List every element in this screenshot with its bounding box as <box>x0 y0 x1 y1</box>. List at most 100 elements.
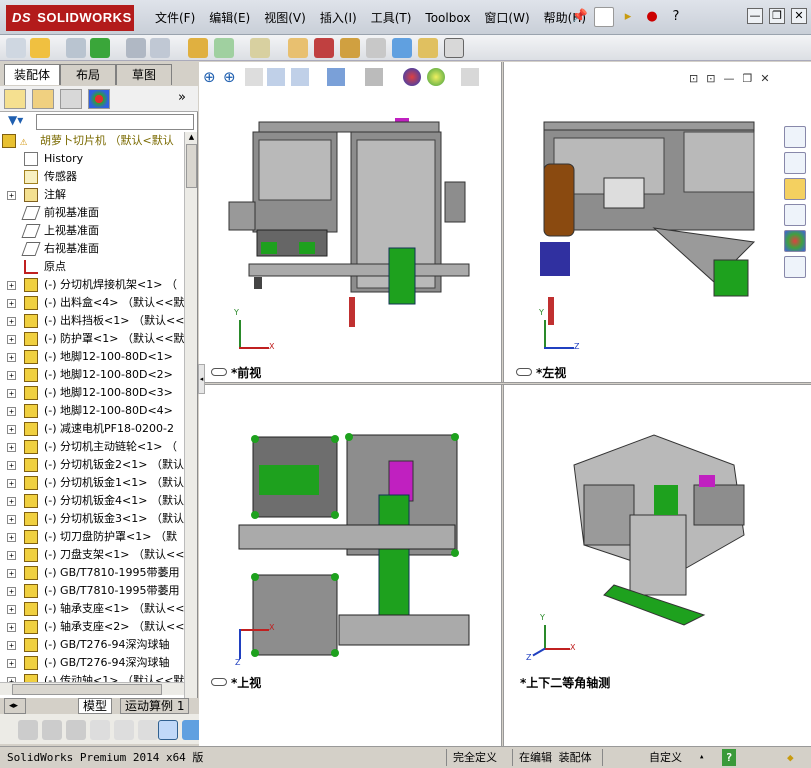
tree-item[interactable]: + (-) 分切机钣金2<1> （默认 <box>0 456 184 474</box>
expand-icon[interactable]: + <box>7 569 16 578</box>
linear-pattern-icon[interactable] <box>90 38 110 58</box>
tree-item[interactable]: + (-) 出料挡板<1> （默认<< <box>0 312 184 330</box>
scroll-thumb[interactable] <box>186 144 197 188</box>
tree-item[interactable]: History <box>0 150 184 168</box>
hide-icon[interactable] <box>18 720 38 740</box>
pattern-icon[interactable] <box>114 720 134 740</box>
expand-icon[interactable]: + <box>7 533 16 542</box>
tab-nav-arrows[interactable]: ◂▸ <box>4 698 26 714</box>
expand-icon[interactable]: + <box>7 335 16 344</box>
home-icon[interactable] <box>784 126 806 148</box>
status-units[interactable]: 自定义 <box>646 749 685 766</box>
expand-panel-icon[interactable]: » <box>178 90 186 105</box>
property-manager-icon[interactable] <box>32 89 54 109</box>
design-library-icon[interactable] <box>784 152 806 174</box>
tab-model[interactable]: 模型 <box>78 698 113 714</box>
view-settings-icon[interactable] <box>461 68 479 86</box>
show-icon[interactable] <box>42 720 62 740</box>
move-component-icon[interactable] <box>150 38 170 58</box>
tree-item[interactable]: + (-) 地脚12-100-80D<4> （ <box>0 402 184 420</box>
menu-view[interactable]: 视图(V) <box>257 9 313 27</box>
expand-icon[interactable]: + <box>7 659 16 668</box>
display-manager-icon[interactable] <box>88 89 110 109</box>
tree-vertical-scrollbar[interactable]: ▲ ▼ <box>184 132 197 744</box>
expand-icon[interactable]: + <box>7 551 16 560</box>
file-explorer-icon[interactable] <box>784 178 806 200</box>
bill-of-materials-icon[interactable] <box>314 38 334 58</box>
tree-item[interactable]: 前视基准面 <box>0 204 184 222</box>
custom-properties-icon[interactable] <box>784 256 806 278</box>
tree-item[interactable]: + (-) 地脚12-100-80D<2> （ <box>0 366 184 384</box>
expand-icon[interactable]: + <box>7 479 16 488</box>
apply-scene-icon[interactable] <box>427 68 445 86</box>
tree-item[interactable]: 右视基准面 <box>0 240 184 258</box>
feature-manager-icon[interactable] <box>4 89 26 109</box>
take-snapshot-icon[interactable] <box>444 38 464 58</box>
rebuild-icon[interactable]: ● <box>642 7 662 27</box>
status-tag-icon[interactable]: ◆ <box>784 749 797 766</box>
expand-icon[interactable]: + <box>7 443 16 452</box>
expand-icon[interactable]: + <box>7 515 16 524</box>
hide-show-items-icon[interactable] <box>365 68 383 86</box>
solidworks-logo[interactable]: DS SOLIDWORKS <box>6 5 134 31</box>
tree-item[interactable]: + (-) 分切机主动链轮<1> （ <box>0 438 184 456</box>
edit-icon[interactable] <box>66 720 86 740</box>
graphics-area[interactable]: ⊕ ⊕ ⊡ ⊡ — ❐ ✕ Y X *前视 Y Z *左视 X Z *上视 Y … <box>199 62 811 746</box>
tree-item[interactable]: + (-) 刀盘支架<1> （默认<< <box>0 546 184 564</box>
mirror-icon[interactable] <box>138 720 158 740</box>
tree-item[interactable]: + (-) 分切机钣金3<1> （默认 <box>0 510 184 528</box>
tree-item[interactable]: + (-) 分切机钣金1<1> （默认 <box>0 474 184 492</box>
status-help-icon[interactable]: ? <box>722 749 736 766</box>
insert-component-icon[interactable] <box>30 38 50 58</box>
tree-item[interactable]: + (-) GB/T7810-1995带萎用 <box>0 582 184 600</box>
list-icon[interactable] <box>90 720 110 740</box>
tab-motion-study[interactable]: 运动算例 1 <box>120 698 190 714</box>
tree-item[interactable]: + (-) GB/T276-94深沟球轴 <box>0 636 184 654</box>
help-icon[interactable]: ? <box>666 7 686 27</box>
tree-item[interactable]: + (-) GB/T7810-1995带萎用 <box>0 564 184 582</box>
expand-icon[interactable]: + <box>7 497 16 506</box>
tree-item[interactable]: + (-) 传动轴<1> （默认<<默 <box>0 672 184 682</box>
tree-item[interactable]: + (-) 防护罩<1> （默认<<默 <box>0 330 184 348</box>
menu-window[interactable]: 窗口(W) <box>477 9 536 27</box>
expand-icon[interactable]: + <box>7 389 16 398</box>
new-document-icon[interactable] <box>594 7 614 27</box>
expand-icon[interactable]: + <box>7 623 16 632</box>
zoom-to-area-icon[interactable]: ⊕ <box>223 68 241 86</box>
assembly-icon[interactable] <box>6 38 26 58</box>
tree-item[interactable]: 原点 <box>0 258 184 276</box>
appearances-icon[interactable] <box>784 230 806 252</box>
smart-fasteners-icon[interactable] <box>126 38 146 58</box>
menu-file[interactable]: 文件(F) <box>148 9 202 27</box>
expand-icon[interactable]: + <box>7 461 16 470</box>
collapse-pane-icon[interactable]: ◂ <box>198 364 205 394</box>
reference-geometry-icon[interactable] <box>250 38 270 58</box>
viewport-top[interactable]: X Z *上视 <box>199 385 501 695</box>
hscroll-thumb[interactable] <box>12 684 162 695</box>
expand-icon[interactable]: + <box>7 605 16 614</box>
menu-toolbox[interactable]: Toolbox <box>418 9 477 27</box>
expand-icon[interactable]: + <box>7 353 16 362</box>
tree-item[interactable]: + (-) 切刀盘防护罩<1> （默 <box>0 528 184 546</box>
assembly-features-icon[interactable] <box>214 38 234 58</box>
tree-item[interactable]: + (-) 减速电机PF18-0200-2 <box>0 420 184 438</box>
units-caret-icon[interactable]: ▴ <box>696 749 707 766</box>
show-hidden-icon[interactable] <box>188 38 208 58</box>
vertical-splitter[interactable] <box>501 62 504 746</box>
previous-view-icon[interactable] <box>245 68 263 86</box>
tab-sketch[interactable]: 草图 <box>116 64 172 85</box>
menu-edit[interactable]: 编辑(E) <box>202 9 257 27</box>
tree-item[interactable]: + (-) 地脚12-100-80D<3> （ <box>0 384 184 402</box>
tree-item[interactable]: 上视基准面 <box>0 222 184 240</box>
menu-insert[interactable]: 插入(I) <box>313 9 364 27</box>
horizontal-splitter[interactable] <box>199 382 811 385</box>
mate-icon[interactable] <box>66 38 86 58</box>
tab-assembly[interactable]: 装配体 <box>4 64 60 85</box>
scroll-up-icon[interactable]: ▲ <box>186 132 197 143</box>
tree-item[interactable]: + (-) 轴承支座<2> （默认<< <box>0 618 184 636</box>
tab-layout[interactable]: 布局 <box>60 64 116 85</box>
new-motion-study-icon[interactable] <box>288 38 308 58</box>
viewport-close-icon[interactable]: ✕ <box>760 72 769 85</box>
tree-filter-input[interactable] <box>36 114 194 130</box>
tree-root[interactable]: ⚠ 胡萝卜切片机 （默认<默认 <box>0 132 184 150</box>
